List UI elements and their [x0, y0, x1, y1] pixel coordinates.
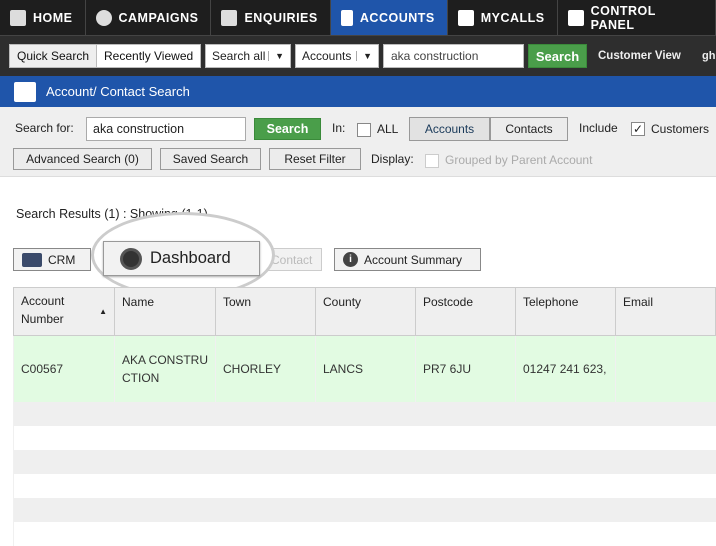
- column-header-account-number[interactable]: Account Number ▲: [13, 287, 115, 336]
- overflow-text: gh th: [702, 50, 716, 62]
- chevron-down-icon: ▼: [356, 51, 372, 61]
- cell-postcode: PR7 6JU: [415, 335, 516, 402]
- speedometer-icon: [120, 247, 142, 270]
- all-label: ALL: [377, 122, 399, 136]
- search-for-label: Search for:: [15, 121, 74, 135]
- results-table: Account Number ▲ Name Town County Postcod…: [13, 287, 716, 546]
- quick-search-tab[interactable]: Quick Search: [9, 44, 98, 68]
- home-icon: [10, 9, 26, 26]
- advanced-search-button[interactable]: Advanced Search (0): [13, 148, 152, 170]
- dashboard-button[interactable]: Dashboard: [103, 241, 260, 276]
- quick-search-input[interactable]: aka construction: [383, 44, 524, 68]
- column-header-postcode[interactable]: Postcode: [415, 287, 516, 336]
- in-label: In:: [332, 121, 346, 135]
- customers-checkbox[interactable]: ✓: [631, 122, 645, 136]
- grouped-label: Grouped by Parent Account: [445, 153, 593, 167]
- cell-town: CHORLEY: [215, 335, 316, 402]
- nav-tab-enquiries[interactable]: ENQUIRIES: [211, 0, 331, 35]
- nav-tab-mycalls[interactable]: MYCALLS: [448, 0, 558, 35]
- chevron-down-icon: ▼: [268, 51, 284, 61]
- cell-email: [615, 335, 716, 402]
- reset-filter-button[interactable]: Reset Filter: [269, 148, 361, 170]
- main-nav: HOME CAMPAIGNS ENQUIRIES ACCOUNTS MYCALL…: [0, 0, 716, 35]
- column-header-county[interactable]: County: [315, 287, 416, 336]
- page-header: Account/ Contact Search: [0, 76, 716, 107]
- column-header-town[interactable]: Town: [215, 287, 316, 336]
- nav-tab-home[interactable]: HOME: [0, 0, 86, 35]
- saved-search-button[interactable]: Saved Search: [160, 148, 261, 170]
- nav-tab-campaigns[interactable]: CAMPAIGNS: [86, 0, 212, 35]
- empty-row: [13, 497, 716, 522]
- account-summary-button[interactable]: i Account Summary: [334, 248, 481, 271]
- empty-row: [13, 425, 716, 450]
- column-header-telephone[interactable]: Telephone: [515, 287, 616, 336]
- checklist-icon: [457, 9, 474, 26]
- include-label: Include: [579, 121, 618, 135]
- search-filters: Search for: aka construction Search In: …: [0, 107, 716, 177]
- customer-view-link[interactable]: Customer View: [598, 44, 681, 68]
- bank-icon: [340, 9, 353, 26]
- contact-card-icon: [22, 252, 42, 267]
- campaigns-icon: [95, 9, 112, 26]
- grouped-checkbox[interactable]: [425, 154, 439, 168]
- cell-account-number: C00567: [13, 335, 115, 402]
- empty-row: [13, 401, 716, 426]
- page-title: Account/ Contact Search: [46, 84, 190, 99]
- info-icon: i: [343, 252, 358, 267]
- column-header-name[interactable]: Name: [114, 287, 216, 336]
- cell-telephone: 01247 241 623,: [515, 335, 616, 402]
- bank-icon: [14, 81, 36, 102]
- search-scope-select[interactable]: Search all ▼: [205, 44, 291, 68]
- sliders-icon: [567, 9, 584, 26]
- nav-tab-control-panel[interactable]: CONTROL PANEL: [558, 0, 716, 35]
- sort-asc-icon: ▲: [99, 307, 107, 316]
- cell-county: LANCS: [315, 335, 416, 402]
- crm-button[interactable]: CRM: [13, 248, 91, 271]
- customers-label: Customers: [651, 122, 710, 136]
- recently-viewed-tab[interactable]: Recently Viewed: [96, 44, 202, 68]
- all-checkbox[interactable]: [357, 123, 371, 137]
- enquiries-icon: [221, 9, 238, 26]
- quick-search-button[interactable]: Search: [528, 44, 587, 68]
- display-label: Display:: [371, 152, 414, 166]
- search-button[interactable]: Search: [254, 118, 321, 140]
- quick-search-bar: Quick Search Recently Viewed Search all ▼…: [0, 35, 716, 76]
- nav-tab-accounts[interactable]: ACCOUNTS: [330, 0, 448, 35]
- table-row[interactable]: C00567 AKA CONSTRUCTION CHORLEY LANCS PR…: [13, 335, 716, 402]
- accounts-toggle[interactable]: Accounts: [409, 117, 490, 141]
- column-header-email[interactable]: Email: [615, 287, 716, 336]
- cell-name: AKA CONSTRUCTION: [114, 335, 216, 402]
- search-type-select[interactable]: Accounts ▼: [295, 44, 379, 68]
- search-for-input[interactable]: aka construction: [86, 117, 246, 141]
- empty-row: [13, 473, 716, 498]
- empty-row: [13, 449, 716, 474]
- contacts-toggle[interactable]: Contacts: [490, 117, 568, 141]
